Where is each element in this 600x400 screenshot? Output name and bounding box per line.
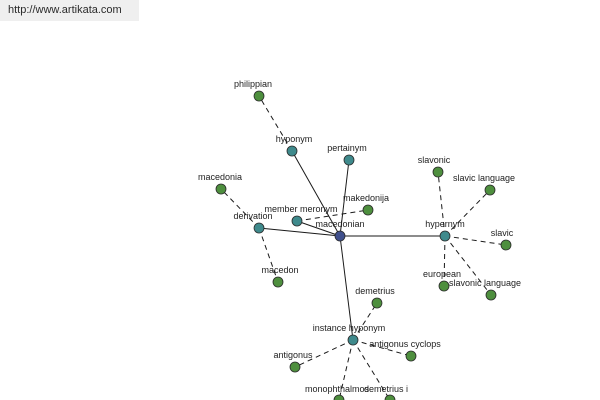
leaf-macedonia-label: macedonia xyxy=(198,172,242,182)
leaf-demetrius-i-node[interactable] xyxy=(384,394,396,400)
relation-member-meronym-node[interactable] xyxy=(291,215,303,227)
leaf-slavonic-label: slavonic xyxy=(418,155,451,165)
leaf-macedon-label: macedon xyxy=(261,265,298,275)
leaf-antigonus-cyclops-label: antigonus cyclops xyxy=(369,339,441,349)
center-macedonian-label: macedonian xyxy=(315,219,364,229)
edge-demetrius xyxy=(352,302,378,341)
relation-pertainym-label: pertainym xyxy=(327,143,367,153)
leaf-macedonia-node[interactable] xyxy=(215,183,227,195)
relation-member-meronym-label: member meronym xyxy=(264,204,337,214)
relation-derivation-label: derivation xyxy=(233,211,272,221)
relation-hyponym-node[interactable] xyxy=(286,145,298,157)
leaf-slavonic-language-node[interactable] xyxy=(485,289,497,301)
leaf-macedon-node[interactable] xyxy=(272,276,284,288)
leaf-slavic-node[interactable] xyxy=(500,239,512,251)
leaf-makedonija-label: makedonija xyxy=(343,193,389,203)
leaf-slavonic-node[interactable] xyxy=(432,166,444,178)
leaf-demetrius-label: demetrius xyxy=(355,286,395,296)
leaf-antigonus-cyclops-node[interactable] xyxy=(405,350,417,362)
relation-hyponym-label: hyponym xyxy=(276,134,313,144)
relation-hypernym-label: hypernym xyxy=(425,219,465,229)
relation-pertainym-node[interactable] xyxy=(343,154,355,166)
relation-instance-hyponym-label: instance hyponym xyxy=(313,323,386,333)
edge-macedonia xyxy=(220,188,260,229)
leaf-antigonus-label: antigonus xyxy=(273,350,313,360)
leaf-slavic-label: slavic xyxy=(491,228,514,238)
leaf-demetrius-i-label: demetrius i xyxy=(364,384,408,394)
relation-derivation-node[interactable] xyxy=(253,222,265,234)
leaf-demetrius-node[interactable] xyxy=(371,297,383,309)
leaf-monophthalmos-node[interactable] xyxy=(333,394,345,400)
leaf-slavic-language-node[interactable] xyxy=(484,184,496,196)
center-macedonian-node[interactable] xyxy=(334,230,346,242)
leaf-antigonus-node[interactable] xyxy=(289,361,301,373)
edge-slavic-language xyxy=(444,189,491,237)
relation-hypernym-node[interactable] xyxy=(439,230,451,242)
leaf-philippian-label: philippian xyxy=(234,79,272,89)
leaf-european-node[interactable] xyxy=(438,280,450,292)
relation-instance-hyponym-node[interactable] xyxy=(347,334,359,346)
leaf-slavic-language-label: slavic language xyxy=(453,173,515,183)
leaf-monophthalmos-label: monophthalmos xyxy=(305,384,370,394)
wordnet-graph: philippian makedonija macedonia macedon slav… xyxy=(198,79,521,400)
leaf-philippian-node[interactable] xyxy=(253,90,265,102)
leaf-slavonic-language-label: slavonic language xyxy=(449,278,521,288)
leaf-makedonija-node[interactable] xyxy=(362,204,374,216)
